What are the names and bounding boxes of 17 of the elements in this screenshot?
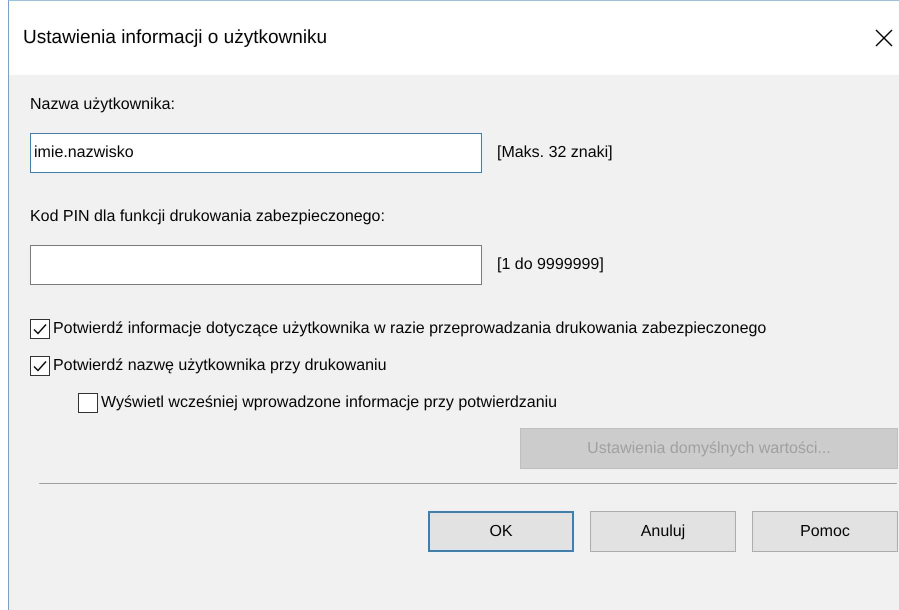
dialog-button[interactable]: Pomoc	[752, 511, 898, 552]
input-field[interactable]: imie.nazwisko	[30, 133, 482, 173]
hint-text: [1 do 9999999]	[497, 255, 604, 275]
checkbox-label: Wyświetl wcześniej wprowadzone informacje przy potwierdzaniu	[101, 393, 558, 413]
checkbox-label: Potwierdź nazwę użytkownika przy drukowaniu	[53, 356, 386, 376]
field-label: Kod PIN dla funkcji drukowania zabezpieczonego:	[30, 207, 386, 227]
checkbox[interactable]	[30, 319, 50, 339]
dialog-button[interactable]: Anuluj	[590, 511, 736, 552]
field-label: Nazwa użytkownika:	[30, 95, 176, 115]
input-field[interactable]	[30, 245, 482, 285]
dialog-button[interactable]: OK	[428, 511, 574, 552]
checkbox-label: Potwierdź informacje dotyczące użytkownika w razie przeprowadzania drukowania zabezpieczonego	[53, 319, 766, 339]
hint-text: [Maks. 32 znaki]	[497, 143, 613, 163]
checkbox[interactable]	[78, 393, 98, 413]
window-title: Ustawienia informacji o użytkowniku	[23, 26, 328, 50]
checkbox[interactable]	[30, 356, 50, 376]
close-icon[interactable]	[875, 29, 893, 47]
